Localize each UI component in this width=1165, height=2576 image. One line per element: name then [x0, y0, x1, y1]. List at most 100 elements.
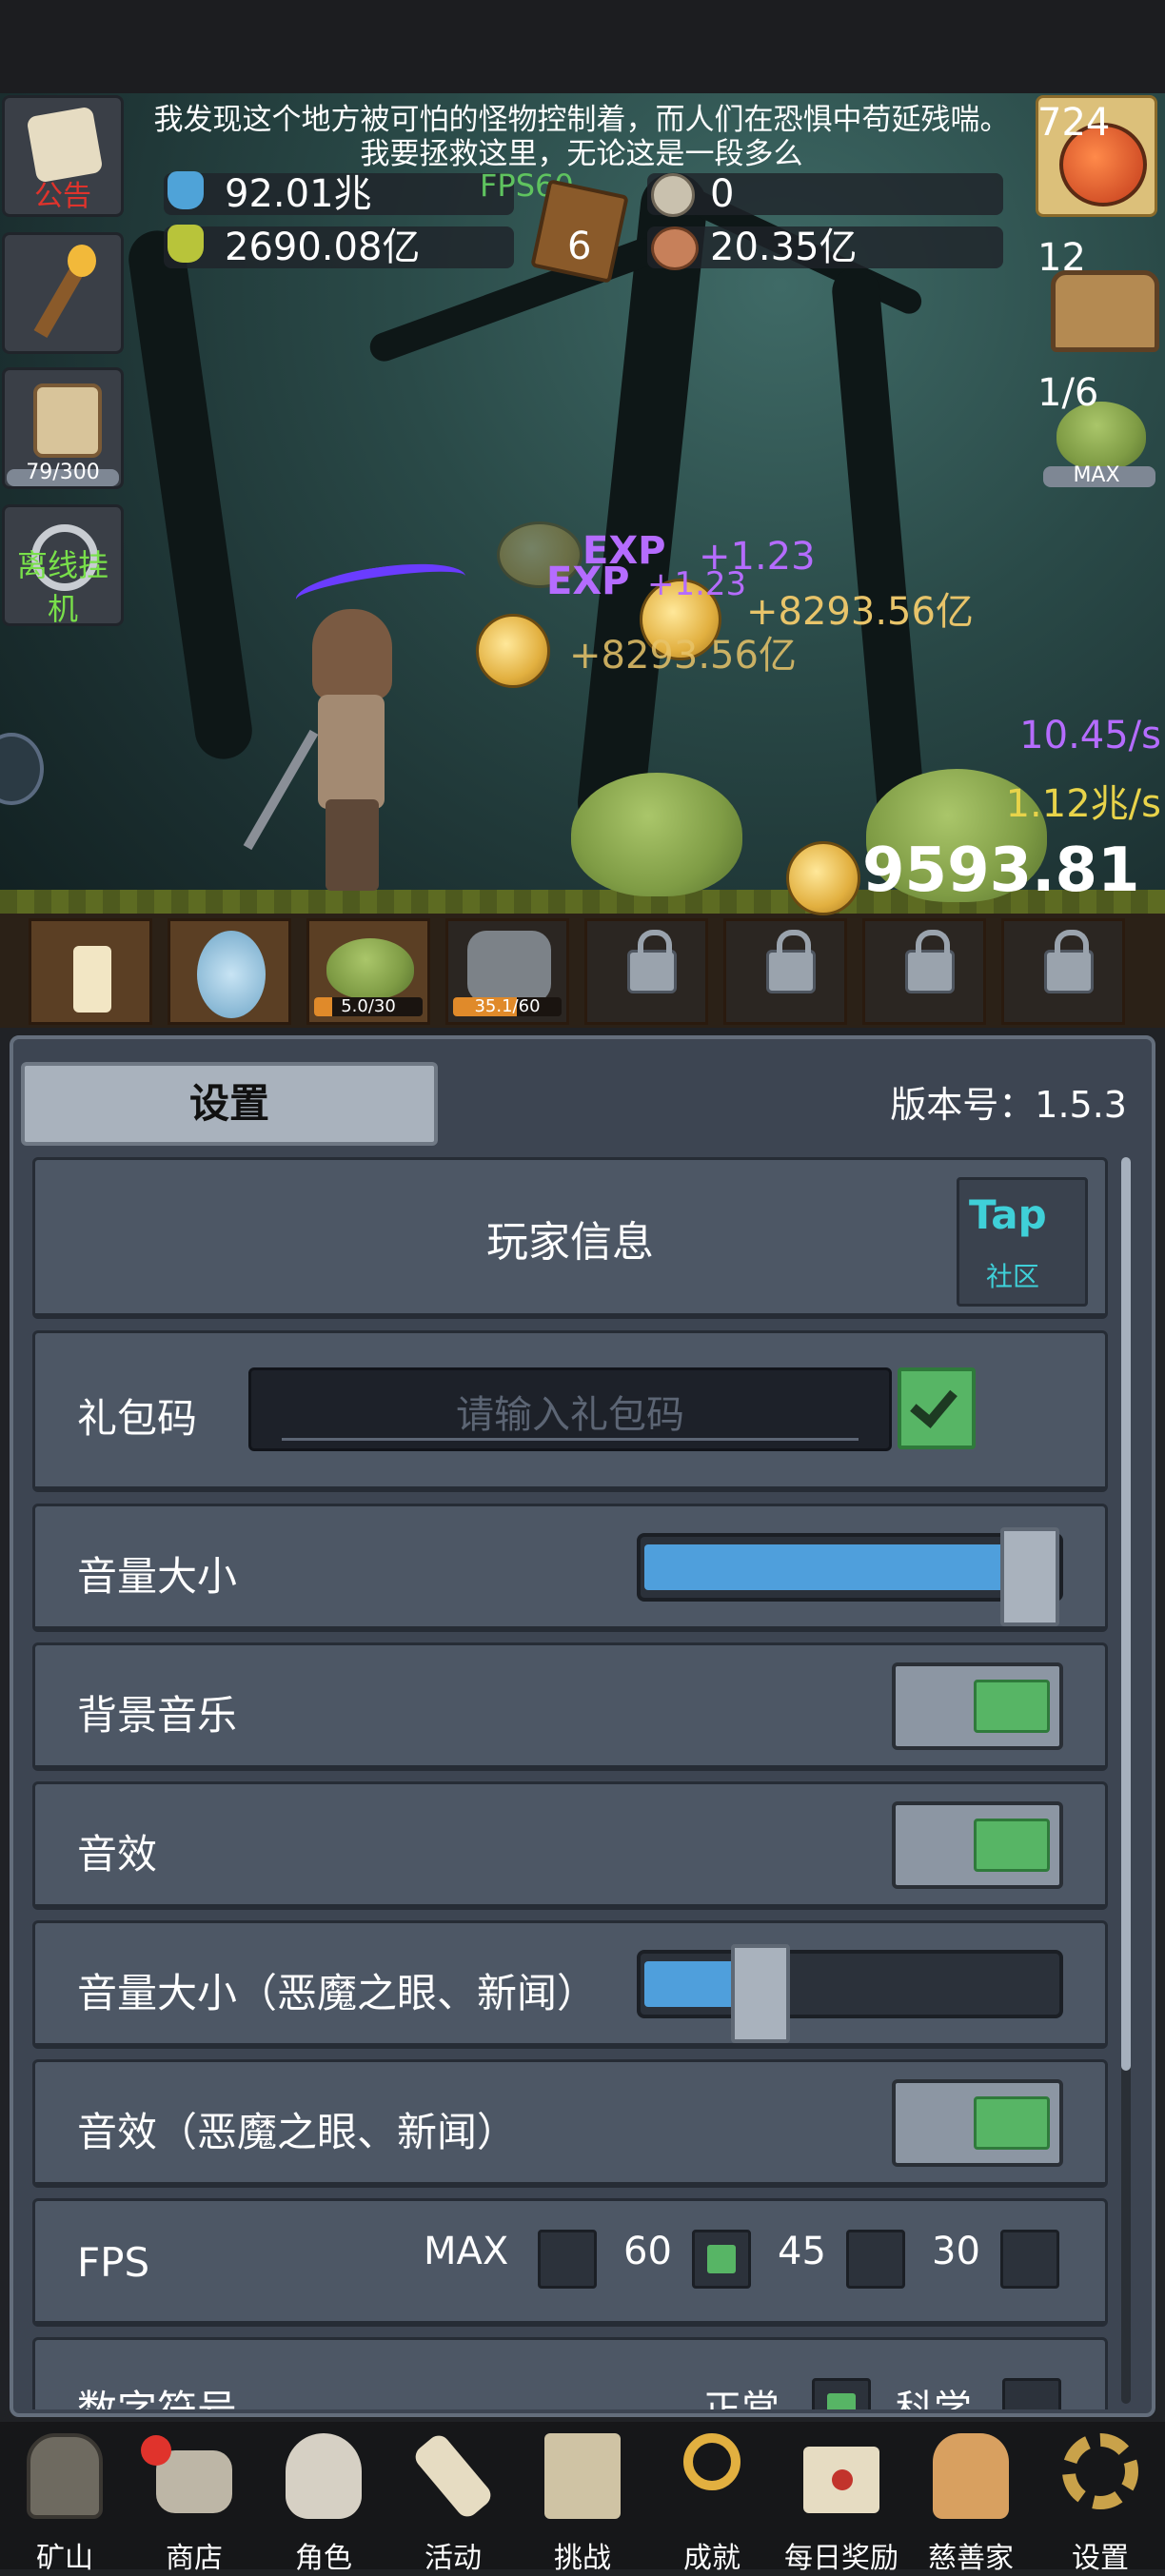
locked-slot[interactable]: [584, 918, 708, 1025]
lantern-icon: [27, 2433, 103, 2519]
offline-idle-button[interactable]: 离线挂机: [2, 504, 124, 627]
nav-character-label: 角色: [295, 2542, 352, 2575]
checkmark-icon: [910, 1379, 958, 1428]
golem-summon-slot[interactable]: 35.1/60: [445, 918, 569, 1025]
story-text-line2: 我要拯救这里，无论这是一段多么: [360, 137, 803, 171]
egg-slot[interactable]: [168, 918, 291, 1025]
fps-option-max[interactable]: [538, 2230, 597, 2289]
golem-icon: [467, 931, 551, 1003]
gear-icon: [1062, 2433, 1138, 2509]
demon-sfx-toggle-knob: [974, 2096, 1050, 2150]
volume-label: 音量大小: [77, 1553, 238, 1600]
meat-value: 20.35亿: [710, 226, 858, 269]
nav-character[interactable]: 角色: [259, 2422, 388, 2575]
exp-rate: 10.45/s: [1019, 714, 1161, 757]
volume-slider[interactable]: [637, 1527, 1063, 1626]
fps-option-30-label: 30: [932, 2230, 980, 2273]
exp-label: EXP: [546, 560, 630, 603]
gold-rate: 1.12兆/s: [1005, 782, 1161, 826]
gift-code-placeholder: 请输入礼包码: [456, 1393, 684, 1437]
gift-code-row: 礼包码 请输入礼包码: [32, 1330, 1108, 1492]
slime-summon-slot[interactable]: 5.0/30: [306, 918, 430, 1025]
potion-count: 724: [1037, 101, 1111, 145]
locked-slot[interactable]: [723, 918, 847, 1025]
food-count: 79/300: [26, 461, 100, 484]
nav-settings[interactable]: 设置: [1036, 2422, 1165, 2575]
gem-potion-icon: [168, 225, 204, 263]
letter-seal-icon: [832, 2469, 853, 2490]
settings-scrollbar-thumb[interactable]: [1121, 1157, 1131, 2071]
nav-achievements[interactable]: 成就: [647, 2422, 777, 2575]
demon-volume-slider-handle[interactable]: [730, 1944, 790, 2043]
nav-events-label: 活动: [425, 2542, 482, 2575]
fps-row: FPS MAX 60 45 30: [32, 2198, 1108, 2327]
hero-legs: [326, 799, 379, 891]
torch-button[interactable]: [2, 232, 124, 354]
demon-sfx-label: 音效（恶魔之眼、新闻）: [77, 2109, 518, 2155]
number-format-normal-label: 正常: [703, 2388, 780, 2409]
nav-mine[interactable]: 矿山: [0, 2422, 129, 2575]
bgm-row: 背景音乐: [32, 1642, 1108, 1771]
fps-option-30[interactable]: [1000, 2230, 1059, 2289]
nav-philanthropist-label: 慈善家: [928, 2542, 1014, 2575]
scroll-icon: [410, 2430, 496, 2522]
nav-challenge[interactable]: 挑战: [518, 2422, 647, 2575]
game-scene[interactable]: 我发现这个地方被可怕的怪物控制着，而人们在恐惧中苟延残喘。 我要拯救这里，无论这…: [0, 0, 1165, 1028]
sfx-toggle-knob: [974, 1819, 1050, 1872]
gift-code-label: 礼包码: [77, 1395, 198, 1442]
demon-sfx-toggle[interactable]: [892, 2079, 1063, 2167]
candle-slot[interactable]: [29, 918, 152, 1025]
nav-philanthropist[interactable]: 慈善家: [906, 2422, 1036, 2575]
nav-shop-label: 商店: [166, 2542, 223, 2575]
locked-slot[interactable]: [1001, 918, 1125, 1025]
bread-icon: [933, 2433, 1009, 2519]
demon-sfx-row: 音效（恶魔之眼、新闻）: [32, 2059, 1108, 2188]
tap-community-button[interactable]: Tap 社区: [957, 1177, 1088, 1307]
stone-pill: [647, 173, 1003, 215]
settings-title-tab[interactable]: 设置: [21, 1062, 438, 1146]
number-format-label: 数字符号: [77, 2378, 237, 2409]
mana-value: 92.01兆: [225, 172, 372, 216]
demon-volume-label: 音量大小（恶魔之眼、新闻）: [77, 1970, 598, 2016]
sleep-zz-icon[interactable]: [0, 733, 44, 805]
lock-icon: [766, 930, 816, 993]
nav-daily-reward-label: 每日奖励: [784, 2542, 898, 2575]
gift-code-input[interactable]: 请输入礼包码: [248, 1367, 892, 1451]
bgm-toggle-knob: [974, 1680, 1050, 1733]
nav-events[interactable]: 活动: [388, 2422, 518, 2575]
fps-option-max-label: MAX: [424, 2230, 509, 2273]
status-bar-area: [0, 0, 1165, 93]
sfx-row: 音效: [32, 1781, 1108, 1910]
stone-icon: [651, 173, 695, 217]
nav-achievements-label: 成就: [683, 2542, 740, 2575]
hero-character: [243, 609, 400, 895]
slime-enemy[interactable]: [571, 773, 742, 896]
fps-option-60[interactable]: [692, 2230, 751, 2289]
nav-shop[interactable]: 商店: [129, 2422, 259, 2575]
food-button[interactable]: 79/300: [2, 367, 124, 489]
player-info-label: 玩家信息: [486, 1218, 654, 1267]
gift-code-underline: [282, 1438, 859, 1441]
version-label: 版本号：1.5.3: [890, 1084, 1127, 1126]
player-info-row[interactable]: 玩家信息 Tap 社区: [32, 1157, 1108, 1319]
fps-option-45[interactable]: [846, 2230, 905, 2289]
lock-icon: [1044, 930, 1094, 993]
stone-value: 0: [710, 172, 735, 216]
number-format-normal[interactable]: [812, 2378, 871, 2409]
bgm-toggle[interactable]: [892, 1662, 1063, 1750]
number-format-science[interactable]: [1002, 2378, 1061, 2409]
locked-slot[interactable]: [862, 918, 986, 1025]
golem-slot-count: 35.1/60: [474, 996, 541, 1016]
number-format-science-label: 科学: [896, 2388, 972, 2409]
fps-option-60-label: 60: [623, 2230, 672, 2273]
tree-trunk-left: [125, 226, 256, 763]
gold-gain-text: +8293.56亿: [746, 590, 974, 634]
slime-slot-count: 5.0/30: [341, 996, 396, 1016]
volume-slider-handle[interactable]: [1000, 1527, 1059, 1626]
nav-daily-reward[interactable]: 每日奖励: [777, 2422, 906, 2575]
gold-coin-drop: [476, 614, 550, 688]
sfx-toggle[interactable]: [892, 1801, 1063, 1889]
notice-button[interactable]: 公告: [2, 95, 124, 217]
demon-volume-slider[interactable]: [637, 1944, 1063, 2043]
gift-code-confirm-button[interactable]: [898, 1367, 976, 1449]
